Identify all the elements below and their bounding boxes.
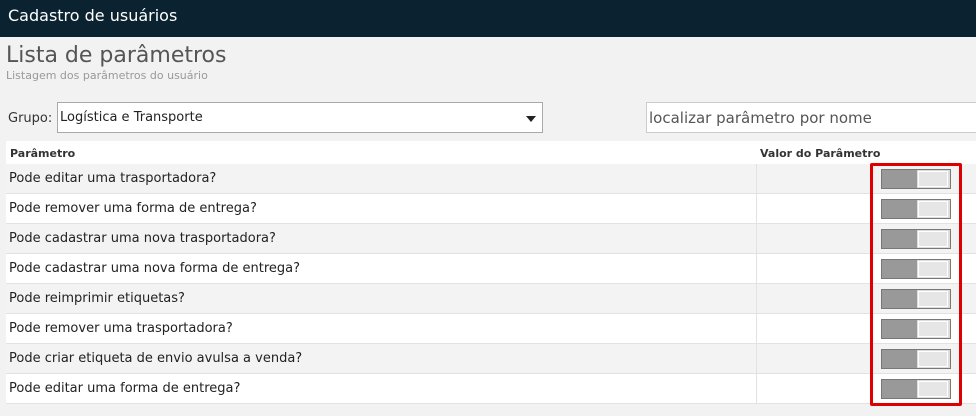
toggle-knob	[918, 291, 948, 307]
page-title: Lista de parâmetros	[6, 43, 227, 68]
group-select[interactable]: Logística e Transporte	[57, 102, 543, 133]
toggle-track-off	[882, 230, 917, 248]
parameter-toggle[interactable]	[881, 259, 951, 279]
toggle-knob	[918, 261, 948, 277]
parameter-name: Pode remover uma forma de entrega?	[9, 201, 257, 216]
parameter-name: Pode criar etiqueta de envio avulsa a ve…	[9, 351, 303, 366]
toggle-knob	[918, 231, 948, 247]
parameter-toggle[interactable]	[881, 289, 951, 309]
table-row: Pode remover uma forma de entrega?	[6, 194, 976, 224]
parameter-toggle[interactable]	[881, 199, 951, 219]
toggle-track-off	[882, 200, 917, 218]
toggle-track-off	[882, 320, 917, 338]
toggle-knob	[918, 171, 948, 187]
parameter-name: Pode cadastrar uma nova forma de entrega…	[9, 261, 300, 276]
parameter-name: Pode editar uma forma de entrega?	[9, 381, 241, 396]
toggle-track-off	[882, 350, 917, 368]
group-label: Grupo:	[8, 111, 53, 126]
group-select-value: Logística e Transporte	[60, 110, 203, 125]
toggle-knob	[918, 351, 948, 367]
table-row: Pode cadastrar uma nova trasportadora?	[6, 224, 976, 254]
table-row: Pode editar uma trasportadora?	[6, 164, 976, 194]
toggle-track-off	[882, 380, 917, 398]
parameter-toggle[interactable]	[881, 319, 951, 339]
parameter-name: Pode reimprimir etiquetas?	[9, 291, 185, 306]
search-input[interactable]	[646, 102, 976, 133]
chevron-down-icon	[526, 116, 536, 122]
toggle-knob	[918, 201, 948, 217]
toggle-track-off	[882, 290, 917, 308]
parameter-toggle[interactable]	[881, 229, 951, 249]
parameter-name: Pode remover uma trasportadora?	[9, 321, 233, 336]
column-header-parameter: Parâmetro	[10, 147, 76, 160]
page-subtitle: Listagem dos parâmetros do usuário	[6, 69, 208, 82]
table-header: Parâmetro Valor do Parâmetro	[6, 141, 976, 164]
toggle-knob	[918, 381, 948, 397]
table-row: Pode cadastrar uma nova forma de entrega…	[6, 254, 976, 284]
toggle-knob	[918, 321, 948, 337]
toggle-track-off	[882, 170, 917, 188]
parameters-table: Parâmetro Valor do Parâmetro Pode editar…	[6, 141, 976, 404]
table-row: Pode remover uma trasportadora?	[6, 314, 976, 344]
parameter-toggle[interactable]	[881, 379, 951, 399]
table-row: Pode editar uma forma de entrega?	[6, 374, 976, 404]
parameter-name: Pode editar uma trasportadora?	[9, 171, 217, 186]
toggle-track-off	[882, 260, 917, 278]
table-row: Pode reimprimir etiquetas?	[6, 284, 976, 314]
parameter-name: Pode cadastrar uma nova trasportadora?	[9, 231, 276, 246]
window-title: Cadastro de usuários	[0, 0, 976, 37]
table-row: Pode criar etiqueta de envio avulsa a ve…	[6, 344, 976, 374]
parameter-toggle[interactable]	[881, 169, 951, 189]
column-header-value: Valor do Parâmetro	[760, 147, 881, 160]
parameter-toggle[interactable]	[881, 349, 951, 369]
